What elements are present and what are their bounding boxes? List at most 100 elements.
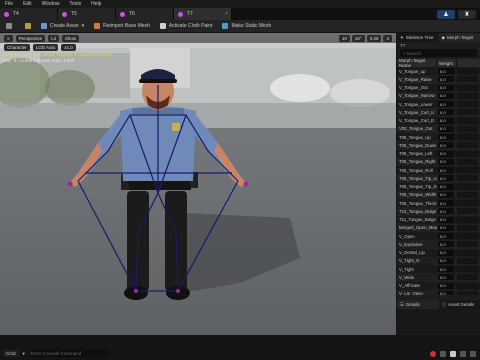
morph-weight-slider[interactable] <box>457 68 478 75</box>
morph-weight-field[interactable]: 0.0 <box>438 208 454 215</box>
morph-target-row[interactable]: V_Tight 0.0 <box>397 265 480 274</box>
morph-target-row[interactable]: V_Tongue_Raise 0.0 <box>397 75 480 84</box>
morph-weight-field[interactable]: 0.0 <box>438 142 454 149</box>
morph-target-row[interactable]: V_Tongue_Narrow 0.0 <box>397 91 480 100</box>
play-icon[interactable] <box>450 350 456 357</box>
morph-weight-field[interactable]: 0.0 <box>438 117 454 124</box>
menu-window[interactable]: Window <box>37 1 65 7</box>
console-input[interactable]: Enter Console Command <box>28 350 109 357</box>
morph-target-row[interactable]: V_Tongue_Lower 0.0 <box>397 100 480 109</box>
tab-t6[interactable]: T6 <box>116 8 174 20</box>
morph-weight-field[interactable]: 0.0 <box>438 290 454 295</box>
camera-speed-button[interactable]: 4 <box>383 34 392 42</box>
morph-weight-field[interactable]: 0.0 <box>438 175 454 182</box>
morph-weight-slider[interactable] <box>457 109 478 116</box>
record-icon[interactable] <box>430 350 436 357</box>
morph-weight-field[interactable]: 0.0 <box>438 257 454 264</box>
morph-target-row[interactable]: V_Explosive 0.0 <box>397 240 480 249</box>
morph-target-row[interactable]: T05_Tongue_Width 0.0 <box>397 190 480 199</box>
morph-weight-field[interactable]: 0.0 <box>438 224 454 231</box>
morph-weight-field[interactable]: 0.0 <box>438 216 454 223</box>
morph-target-row[interactable]: V_Lip_Open 0.0 <box>397 289 480 295</box>
skeleton-mode-button[interactable]: ♟ <box>437 9 455 19</box>
morph-weight-field[interactable]: 0.0 <box>438 101 454 108</box>
show-button[interactable]: Show <box>61 34 80 42</box>
morph-weight-slider[interactable] <box>457 125 478 132</box>
scale-snap-button[interactable]: 0.25 <box>366 34 382 42</box>
morph-weight-slider[interactable] <box>457 134 478 141</box>
morph-weight-slider[interactable] <box>457 158 478 165</box>
morph-weight-slider[interactable] <box>457 257 478 264</box>
browse-button[interactable] <box>25 23 31 29</box>
morph-target-row[interactable]: T05_Tongue_Roll 0.0 <box>397 166 480 175</box>
morph-weight-slider[interactable] <box>457 167 478 174</box>
morph-weight-field[interactable]: 0.0 <box>438 183 454 190</box>
save-button[interactable] <box>6 23 15 29</box>
morph-weight-slider[interactable] <box>457 216 478 223</box>
morph-weight-field[interactable]: 0.0 <box>438 249 454 256</box>
grid-snap-button[interactable]: 10 <box>338 34 350 42</box>
tab-asset-details[interactable]: ⓘ Asset Details <box>438 300 480 309</box>
menu-edit[interactable]: Edit <box>18 1 37 7</box>
morph-weight-field[interactable]: 0.0 <box>438 200 454 207</box>
close-icon[interactable]: × <box>225 11 228 17</box>
menu-help[interactable]: Help <box>86 1 106 7</box>
viewport-options-button[interactable]: ≡ <box>4 34 13 42</box>
create-asset-button[interactable]: Create Asset ▾ <box>41 23 84 29</box>
rotation-snap-button[interactable]: 10° <box>351 34 365 42</box>
morph-weight-slider[interactable] <box>457 175 478 182</box>
morph-weight-field[interactable]: 0.0 <box>438 241 454 248</box>
morph-target-row[interactable]: Merged_Open_Mout 0.0 <box>397 223 480 232</box>
morph-weight-slider[interactable] <box>457 233 478 240</box>
tab-t4[interactable]: T4 <box>0 8 58 20</box>
tab-details[interactable]: ☰ Details <box>397 300 439 309</box>
morph-weight-field[interactable]: 0.0 <box>438 167 454 174</box>
morph-weight-slider[interactable] <box>457 150 478 157</box>
morph-weight-field[interactable]: 0.0 <box>438 92 454 99</box>
morph-weight-field[interactable]: 0.0 <box>438 191 454 198</box>
morph-weight-field[interactable]: 0.0 <box>438 274 454 281</box>
morph-target-row[interactable]: V_Open 0.0 <box>397 232 480 241</box>
morph-weight-field[interactable]: 0.0 <box>438 68 454 75</box>
morph-target-row[interactable]: T05_Tongue_Down 0.0 <box>397 141 480 150</box>
morph-weight-slider[interactable] <box>457 274 478 281</box>
morph-target-row[interactable]: V_Tongue_Curl_D 0.0 <box>397 116 480 125</box>
menu-tools[interactable]: Tools <box>64 1 86 7</box>
morph-weight-slider[interactable] <box>457 84 478 91</box>
morph-target-row[interactable]: T05_Tongue_Up 0.0 <box>397 133 480 142</box>
morph-target-row[interactable]: V02_Tongue_Out 0.0 <box>397 124 480 133</box>
morph-target-row[interactable]: T05_Tongue_Tip_Up 0.0 <box>397 174 480 183</box>
morph-weight-slider[interactable] <box>457 200 478 207</box>
search-input[interactable]: ⌕ Search <box>400 49 477 57</box>
morph-weight-slider[interactable] <box>457 92 478 99</box>
step-back-icon[interactable] <box>440 350 446 357</box>
morph-target-row[interactable]: T05_Tongue_Right 0.0 <box>397 157 480 166</box>
morph-weight-slider[interactable] <box>457 142 478 149</box>
morph-weight-slider[interactable] <box>457 183 478 190</box>
morph-weight-slider[interactable] <box>457 208 478 215</box>
column-weight[interactable]: Weight <box>437 59 457 67</box>
morph-target-row[interactable]: T11_Tongue_Bulge 0.0 <box>397 215 480 224</box>
morph-weight-field[interactable]: 0.0 <box>438 134 454 141</box>
loop-icon[interactable] <box>470 350 476 357</box>
morph-weight-field[interactable]: 0.0 <box>438 76 454 83</box>
character-button[interactable]: Character <box>4 44 30 51</box>
tab-skeleton-tree[interactable]: ✦ Skeleton Tree <box>397 33 439 42</box>
morph-weight-field[interactable]: 0.0 <box>438 233 454 240</box>
reimport-button[interactable]: Reimport Base Mesh <box>94 23 150 29</box>
mesh-mode-button[interactable]: ♜ <box>458 9 476 19</box>
morph-weight-field[interactable]: 0.0 <box>438 282 454 289</box>
step-forward-icon[interactable] <box>460 350 466 357</box>
lod-button[interactable]: LOD Auto <box>32 44 59 51</box>
morph-weight-slider[interactable] <box>457 290 478 295</box>
morph-weight-field[interactable]: 0.0 <box>438 84 454 91</box>
morph-target-row[interactable]: V_Wide 0.0 <box>397 273 480 282</box>
tab-t7[interactable]: T7 × <box>174 8 232 20</box>
morph-target-row[interactable]: V_Tongue_up 0.0 <box>397 67 480 76</box>
morph-target-row[interactable]: V_Tongue_Curl_U 0.0 <box>397 108 480 117</box>
morph-weight-slider[interactable] <box>457 224 478 231</box>
morph-target-row[interactable]: V_Tight_O 0.0 <box>397 256 480 265</box>
morph-weight-field[interactable]: 0.0 <box>438 266 454 273</box>
lit-button[interactable]: Lit <box>48 34 59 42</box>
morph-weight-field[interactable]: 0.0 <box>438 109 454 116</box>
